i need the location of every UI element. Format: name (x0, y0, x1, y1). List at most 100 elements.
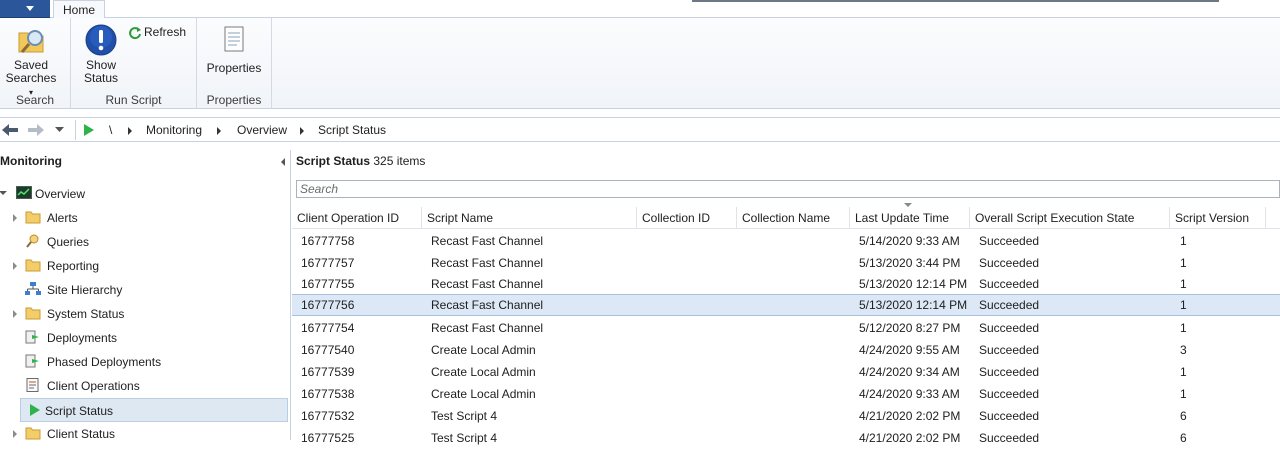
tree-item-site-hierarchy[interactable]: Site Hierarchy (25, 279, 285, 301)
column-header-client-operation-id[interactable]: Client Operation ID (292, 207, 422, 229)
expand-arrow-icon[interactable] (13, 214, 17, 222)
group-label-run-script: Run Script (105, 93, 162, 107)
table-cell: 16777538 (301, 387, 355, 401)
forward-arrow-icon[interactable] (26, 121, 46, 139)
breadcrumb-monitoring[interactable]: Monitoring (146, 123, 202, 137)
table-row[interactable]: 16777758 Recast Fast Channel 5/14/2020 9:3… (292, 230, 1280, 252)
column-header-collection-name[interactable]: Collection Name (737, 207, 850, 229)
table-cell: 1 (1180, 298, 1187, 312)
table-cell: 1 (1180, 321, 1187, 335)
column-header-collection-id[interactable]: Collection ID (637, 207, 737, 229)
table-cell: Recast Fast Channel (431, 298, 544, 312)
tree-item-label: Reporting (47, 259, 100, 273)
script-status-icon (30, 404, 40, 416)
tree-item-label: Deployments (47, 331, 118, 345)
tree-item-deployments[interactable]: Deployments (25, 327, 285, 349)
breadcrumb-separator-icon[interactable] (128, 127, 132, 135)
folder-icon (25, 259, 41, 272)
table-cell: Create Local Admin (431, 343, 536, 357)
folder-icon (25, 427, 41, 440)
table-cell: 16777755 (301, 277, 355, 291)
table-cell: 16777525 (301, 431, 355, 445)
table-row[interactable]: 16777539 Create Local Admin 4/24/2020 9:34… (292, 361, 1280, 383)
column-header-script-name[interactable]: Script Name (422, 207, 637, 229)
column-header-execution-state[interactable]: Overall Script Execution State (970, 207, 1170, 229)
table-cell: 5/13/2020 12:14 PM (859, 298, 968, 312)
ribbon-group-search: Saved Searches ▾ Search (0, 18, 71, 109)
back-arrow-icon[interactable] (0, 121, 20, 139)
tree-item-alerts[interactable]: Alerts (13, 207, 285, 229)
table-cell: 1 (1180, 234, 1187, 248)
expand-arrow-icon[interactable] (13, 430, 17, 438)
table-cell: 16777758 (301, 234, 355, 248)
tree-item-label: Client Operations (47, 379, 140, 393)
table-row[interactable]: 16777754 Recast Fast Channel 5/12/2020 8:2… (292, 317, 1280, 339)
table-cell: Create Local Admin (431, 387, 536, 401)
table-cell: 4/24/2020 9:55 AM (859, 343, 960, 357)
table-cell: Succeeded (979, 256, 1040, 270)
table-cell: Test Script 4 (431, 409, 498, 423)
expand-arrow-icon[interactable] (0, 191, 7, 195)
search-input[interactable] (297, 181, 1279, 197)
ribbon-group-run-script: Show Status Refresh Run Script (71, 18, 197, 109)
saved-searches-button[interactable]: Saved Searches ▾ (3, 24, 59, 99)
tree-item-client-status[interactable]: Client Status (13, 423, 285, 445)
application-menu-button[interactable] (0, 0, 50, 18)
search-box[interactable] (296, 180, 1280, 198)
tree-item-overview[interactable]: Overview (0, 183, 283, 205)
tree-item-client-operations[interactable]: Client Operations (25, 375, 285, 397)
table-row[interactable]: 16777756 Recast Fast Channel 5/13/2020 12:… (292, 294, 1280, 316)
breadcrumb-separator-icon[interactable] (300, 127, 304, 135)
expand-arrow-icon[interactable] (13, 310, 17, 318)
table-cell: Recast Fast Channel (431, 234, 544, 248)
tree-item-label: Phased Deployments (47, 355, 162, 369)
table-cell: 4/24/2020 9:34 AM (859, 365, 960, 379)
tab-home[interactable]: Home (53, 0, 106, 19)
list-title: Script Status 325 items (296, 154, 425, 168)
collapse-pane-icon[interactable] (281, 158, 285, 166)
table-cell: 16777757 (301, 256, 355, 270)
table-row[interactable]: 16777532 Test Script 4 4/21/2020 2:02 PM Su… (292, 405, 1280, 427)
table-cell: 4/21/2020 2:02 PM (859, 409, 961, 423)
table-row[interactable]: 16777755 Recast Fast Channel 5/13/2020 12:… (292, 273, 1280, 295)
history-dropdown-icon[interactable] (55, 127, 64, 133)
navigation-pane: Monitoring Overview Alerts Queries Repor… (0, 150, 291, 441)
refresh-button[interactable]: Refresh (128, 25, 186, 40)
table-cell: 1 (1180, 277, 1187, 291)
table-row[interactable]: 16777757 Recast Fast Channel 5/13/2020 3:4… (292, 252, 1280, 274)
breadcrumb-root[interactable]: \ (109, 123, 112, 137)
tree-item-phased-deployments[interactable]: Phased Deployments (25, 351, 285, 373)
deployment-icon (25, 330, 39, 344)
query-icon (26, 234, 39, 248)
expand-arrow-icon[interactable] (13, 262, 17, 270)
results-pane: Script Status 325 items Client Operation… (292, 150, 1280, 445)
breadcrumb-overview[interactable]: Overview (237, 123, 287, 137)
tree-item-label: Script Status (45, 404, 114, 418)
table-cell: 16777756 (301, 298, 355, 312)
properties-label: Properties (206, 61, 262, 75)
column-header-last-update-time[interactable]: Last Update Time (850, 207, 970, 229)
overview-icon (16, 186, 32, 199)
tree-item-reporting[interactable]: Reporting (13, 255, 285, 277)
properties-button[interactable]: Properties (203, 24, 265, 75)
tree-item-system-status[interactable]: System Status (13, 303, 285, 325)
tree-item-script-status[interactable]: Script Status (20, 398, 288, 422)
chevron-down-icon (26, 6, 34, 11)
table-row[interactable]: 16777538 Create Local Admin 4/24/2020 9:33… (292, 383, 1280, 405)
breadcrumb-script-status[interactable]: Script Status (318, 123, 386, 137)
table-cell: 6 (1180, 409, 1187, 423)
ribbon-group-properties: Properties Properties (197, 18, 272, 109)
column-header-script-version[interactable]: Script Version (1170, 207, 1266, 229)
tree-item-label: Queries (47, 235, 90, 249)
table-cell: 5/13/2020 12:14 PM (859, 277, 968, 291)
table-cell: 16777540 (301, 343, 355, 357)
table-cell: 5/12/2020 8:27 PM (859, 321, 961, 335)
table-cell: 16777754 (301, 321, 355, 335)
breadcrumb-separator-icon[interactable] (217, 127, 221, 135)
show-status-button[interactable]: Show Status (79, 24, 123, 85)
table-row[interactable]: 16777540 Create Local Admin 4/24/2020 9:55… (292, 339, 1280, 361)
tree-item-queries[interactable]: Queries (25, 231, 285, 253)
table-row[interactable]: 16777525 Test Script 4 4/21/2020 2:02 PM Su… (292, 427, 1280, 449)
info-exclamation-icon (85, 24, 117, 56)
refresh-icon (129, 26, 141, 39)
